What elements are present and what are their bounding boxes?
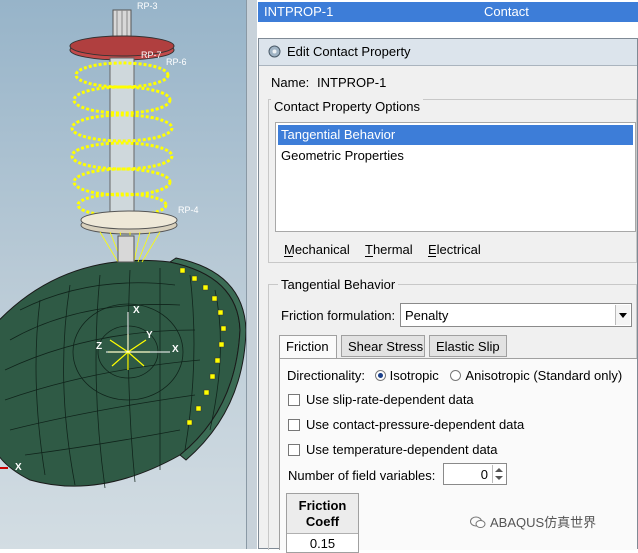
- label-rp7: RP-7: [141, 50, 162, 60]
- triad-label-x: X: [15, 462, 22, 473]
- radio-anisotropic-label: Anisotropic (Standard only): [465, 368, 623, 383]
- option-geometric-properties[interactable]: Geometric Properties: [278, 146, 633, 166]
- contact-property-options-title: Contact Property Options: [271, 99, 423, 114]
- radio-anisotropic-indicator[interactable]: [450, 370, 462, 381]
- checkbox-slip-rate[interactable]: Use slip-rate-dependent data: [288, 392, 474, 407]
- axis-label-x2: X: [133, 305, 140, 316]
- dialog-titlebar[interactable]: Edit Contact Property: [259, 39, 637, 66]
- edit-contact-property-dialog: Edit Contact Property Name: INTPROP-1 Co…: [258, 38, 638, 553]
- wechat-icon: [470, 516, 486, 528]
- menu-thermal[interactable]: Thermal: [365, 242, 413, 257]
- checkbox-slip-rate-box[interactable]: [288, 394, 300, 406]
- menu-electrical-underline: [428, 256, 436, 257]
- name-label: Name:: [271, 75, 310, 90]
- menu-thermal-underline: [365, 256, 373, 257]
- table-header-line1: Friction: [298, 498, 347, 513]
- watermark-text: ABAQUS仿真世界: [490, 515, 597, 530]
- directionality-label: Directionality:: [287, 368, 366, 383]
- label-rp4: RP-4: [178, 205, 199, 215]
- checkbox-contact-pressure[interactable]: Use contact-pressure-dependent data: [288, 417, 524, 432]
- friction-table[interactable]: Friction Coeff 0.15: [286, 493, 359, 553]
- viewport-border: [246, 0, 257, 549]
- contact-name: INTPROP-1: [264, 4, 334, 19]
- disk-mesh: [0, 257, 247, 489]
- viewport[interactable]: RP-3 RP-7 RP-6 RP-4 Z Y X X X: [0, 0, 256, 549]
- field-variables-spinner[interactable]: 0: [443, 463, 507, 485]
- field-variables-label: Number of field variables:: [288, 468, 436, 483]
- name-value: INTPROP-1: [317, 75, 387, 90]
- label-rp6: RP-6: [166, 57, 187, 67]
- radio-anisotropic[interactable]: Anisotropic (Standard only): [450, 368, 622, 383]
- menu-electrical[interactable]: Electrical: [428, 242, 481, 257]
- tab-friction[interactable]: Friction: [279, 335, 337, 359]
- checkbox-temperature-label: Use temperature-dependent data: [306, 442, 498, 457]
- directionality-row: Directionality: Isotropic Anisotropic (S…: [287, 368, 622, 383]
- tab-shear-stress[interactable]: Shear Stress: [341, 335, 425, 357]
- table-header-line2: Coeff: [305, 514, 340, 529]
- menu-mechanical[interactable]: Mechanical: [284, 242, 350, 257]
- gear-icon: [268, 45, 281, 58]
- friction-formulation-value: Penalty: [405, 308, 449, 323]
- tab-elastic-slip[interactable]: Elastic Slip: [429, 335, 507, 357]
- axis-label-z: Z: [96, 341, 103, 352]
- options-list[interactable]: Tangential Behavior Geometric Properties: [275, 122, 636, 232]
- friction-formulation-label: Friction formulation:: [281, 308, 396, 323]
- checkbox-contact-pressure-box[interactable]: [288, 419, 300, 431]
- contact-type: Contact: [484, 4, 529, 19]
- friction-formulation-select[interactable]: Penalty: [400, 303, 632, 327]
- chevron-down-icon[interactable]: [615, 305, 630, 325]
- model-render: [0, 9, 247, 489]
- watermark: ABAQUS仿真世界: [470, 512, 596, 531]
- option-tangential-behavior[interactable]: Tangential Behavior: [278, 125, 633, 145]
- spring-assembly: [69, 9, 178, 263]
- radio-isotropic-indicator[interactable]: [374, 370, 386, 381]
- menu-mechanical-underline: [284, 256, 293, 257]
- contact-list-row[interactable]: INTPROP-1 Contact: [258, 2, 638, 22]
- field-variables-value: 0: [480, 467, 488, 482]
- spinner-arrows-icon[interactable]: [492, 465, 505, 483]
- axis-label-x: X: [172, 344, 179, 355]
- label-rp3: RP-3: [137, 1, 158, 11]
- checkbox-contact-pressure-label: Use contact-pressure-dependent data: [306, 417, 525, 432]
- dialog-title: Edit Contact Property: [287, 44, 411, 59]
- checkbox-temperature-box[interactable]: [288, 444, 300, 456]
- checkbox-slip-rate-label: Use slip-rate-dependent data: [306, 392, 474, 407]
- checkbox-temperature[interactable]: Use temperature-dependent data: [288, 442, 498, 457]
- axis-label-y: Y: [146, 330, 153, 341]
- radio-isotropic-label: Isotropic: [389, 368, 439, 383]
- friction-table-header: Friction Coeff: [287, 494, 358, 534]
- tangential-behavior-title: Tangential Behavior: [278, 277, 399, 292]
- radio-isotropic[interactable]: Isotropic: [374, 368, 439, 383]
